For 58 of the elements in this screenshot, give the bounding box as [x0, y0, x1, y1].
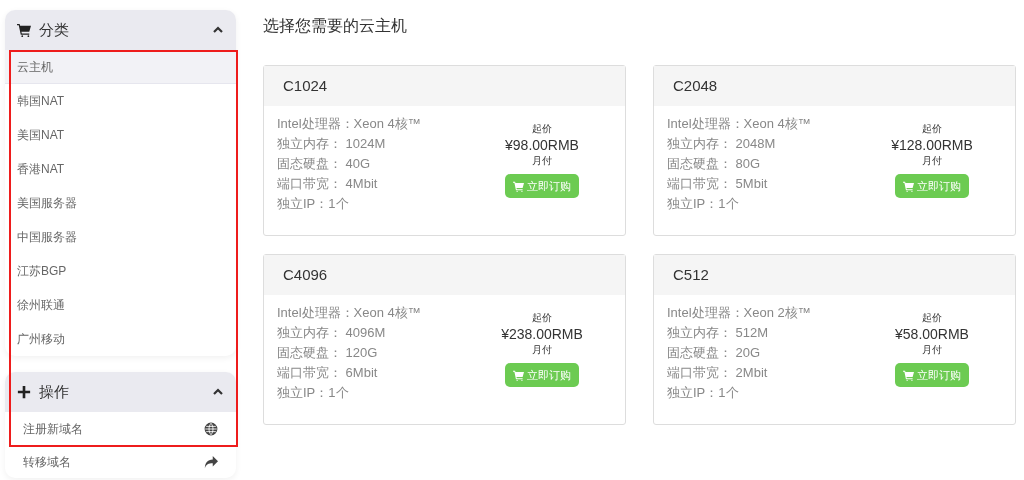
price-label: 起价 [532, 311, 552, 325]
billing-period: 月付 [532, 343, 552, 357]
product-name: C4096 [264, 255, 625, 295]
cart-icon [903, 180, 914, 192]
sidebar-item[interactable]: 江苏BGP [5, 254, 236, 288]
spec-line: 端口带宽： 2Mbit [667, 364, 769, 382]
price-label: 起价 [922, 122, 942, 136]
billing-period: 月付 [532, 154, 552, 168]
product-name: C1024 [264, 66, 625, 106]
spec-line: 端口带宽： 5Mbit [667, 175, 769, 193]
product-name: C512 [654, 255, 1015, 295]
price-label: 起价 [922, 311, 942, 325]
price: ¥238.00RMB [501, 325, 583, 343]
panel-header[interactable]: 操作 [5, 372, 236, 412]
spec-line: Intel处理器：Xeon 4核™ [277, 115, 422, 133]
plus-icon [17, 385, 31, 399]
page-heading: 选择您需要的云主机 [263, 16, 408, 36]
sidebar-item[interactable]: 美国服务器 [5, 186, 236, 220]
spec-line: 独立内存： 1024M [277, 135, 387, 153]
billing-period: 月付 [922, 154, 942, 168]
sidebar-item[interactable]: 中国服务器 [5, 220, 236, 254]
spec-line: Intel处理器：Xeon 2核™ [667, 304, 812, 322]
spec-line: 独立IP：1个 [277, 384, 350, 402]
sidebar-item[interactable]: 美国NAT [5, 118, 236, 152]
price: ¥98.00RMB [505, 136, 579, 154]
sidebar-item[interactable]: 转移域名 [5, 445, 236, 478]
spec-line: 固态硬盘： 80G [667, 155, 762, 173]
sidebar-item[interactable]: 徐州联通 [5, 288, 236, 322]
spec-line: 独立内存： 512M [667, 324, 770, 342]
spec-line: Intel处理器：Xeon 4核™ [667, 115, 812, 133]
cart-icon [17, 23, 31, 37]
spec-line: 固态硬盘： 20G [667, 344, 762, 362]
spec-line: 独立IP：1个 [667, 384, 740, 402]
share-arrow-icon [204, 454, 218, 469]
spec-line: 独立IP：1个 [277, 195, 350, 213]
sidebar-item[interactable]: 注册新域名 [5, 412, 236, 445]
spec-line: 端口带宽： 6Mbit [277, 364, 379, 382]
cart-icon [513, 369, 524, 381]
sidebar-item[interactable]: 广州移动 [5, 322, 236, 356]
sidebar-item[interactable]: 云主机 [5, 50, 236, 84]
price: ¥128.00RMB [891, 136, 973, 154]
billing-period: 月付 [922, 343, 942, 357]
cart-icon [513, 180, 524, 192]
product-name: C2048 [654, 66, 1015, 106]
panel-header[interactable]: 分类 [5, 10, 236, 50]
price: ¥58.00RMB [895, 325, 969, 343]
spec-line: 独立内存： 4096M [277, 324, 387, 342]
spec-line: 固态硬盘： 40G [277, 155, 372, 173]
spec-line: 端口带宽： 4Mbit [277, 175, 379, 193]
spec-line: 独立内存： 2048M [667, 135, 777, 153]
spec-line: Intel处理器：Xeon 4核™ [277, 304, 422, 322]
price-label: 起价 [532, 122, 552, 136]
sidebar-item[interactable]: 香港NAT [5, 152, 236, 186]
cart-icon [903, 369, 914, 381]
globe-icon [204, 421, 218, 436]
spec-line: 固态硬盘： 120G [277, 344, 379, 362]
sidebar-item[interactable]: 韩国NAT [5, 84, 236, 118]
spec-line: 独立IP：1个 [667, 195, 740, 213]
